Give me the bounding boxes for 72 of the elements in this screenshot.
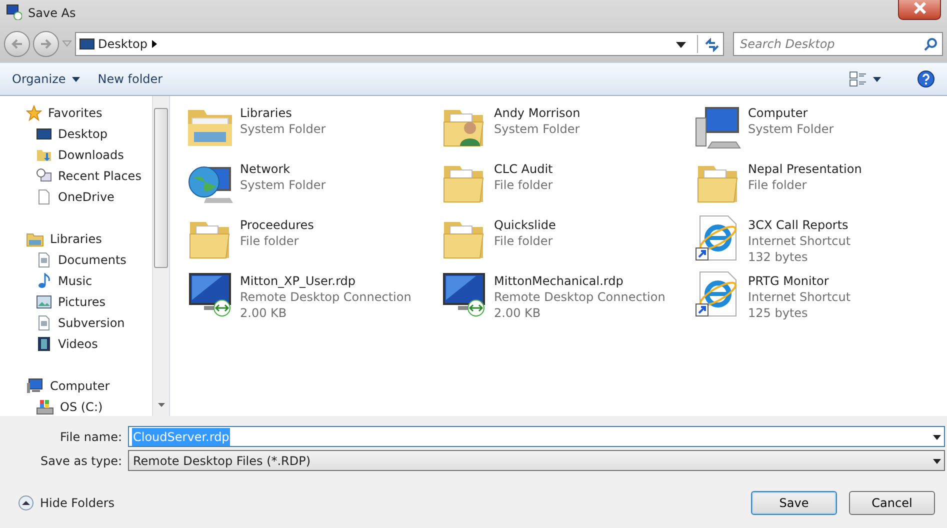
file-item[interactable]: PRTG Monitor Internet Shortcut 125 bytes (694, 270, 947, 326)
dropdown-caret-icon (676, 42, 686, 48)
computer-icon (26, 378, 44, 394)
drive-icon (36, 398, 54, 414)
film-icon (36, 336, 52, 352)
cancel-button[interactable]: Cancel (849, 491, 935, 515)
refresh-icon (704, 38, 720, 52)
file-item[interactable]: Nepal Presentation File folder (694, 158, 947, 214)
music-note-icon (36, 272, 52, 288)
sidebar-item[interactable]: OneDrive (0, 186, 152, 207)
library-icon (26, 230, 44, 246)
file-item[interactable]: CLC Audit File folder (440, 158, 694, 214)
forward-button[interactable] (33, 31, 59, 57)
scroll-down-icon (158, 402, 164, 407)
page-icon (36, 188, 52, 204)
dropdown-caret-icon (873, 76, 881, 82)
sidebar-group[interactable]: Computer (0, 375, 152, 396)
new-folder-button[interactable]: New folder (98, 70, 163, 88)
file-type-dropdown[interactable]: Remote Desktop Files (*.RDP) (128, 450, 945, 471)
back-arrow-icon (11, 38, 23, 50)
dropdown-caret-icon (933, 434, 941, 440)
window-icon (6, 4, 22, 20)
file-item[interactable]: Computer System Folder (694, 102, 947, 158)
sidebar-item[interactable]: Pictures (0, 291, 152, 312)
hide-folders-button[interactable]: Hide Folders (18, 494, 115, 512)
sidebar-item[interactable]: Videos (0, 333, 152, 354)
sidebar-item[interactable]: Music (0, 270, 152, 291)
view-options-icon (849, 71, 867, 87)
file-item[interactable]: Mitton_XP_User.rdp Remote Desktop Connection 2.00 KB (186, 270, 440, 326)
close-icon (912, 2, 926, 14)
document-icon (36, 314, 52, 330)
sidebar-item[interactable]: Documents (0, 249, 152, 270)
file-item[interactable]: Proceedures File folder (186, 214, 440, 270)
close-button[interactable] (898, 0, 941, 20)
search-icon (924, 37, 938, 51)
sidebar-group[interactable]: Libraries (0, 228, 152, 249)
collapse-up-icon (18, 495, 34, 511)
file-item[interactable]: Quickslide File folder (440, 214, 694, 270)
sidebar-group[interactable]: Favorites (0, 102, 152, 123)
sidebar-item[interactable]: Desktop (0, 123, 152, 144)
save-button[interactable]: Save (751, 491, 837, 515)
field-label: Save as type: (39, 452, 123, 470)
organize-menu[interactable]: Organize (12, 70, 80, 88)
remote-desktop-icon (186, 270, 234, 318)
sidebar-item[interactable]: OS (C:) (0, 396, 152, 417)
file-item[interactable]: Libraries System Folder (186, 102, 440, 158)
file-item[interactable]: Andy Morrison System Folder (440, 102, 694, 158)
sidebar-item[interactable]: Recent Places (0, 165, 152, 186)
file-item[interactable]: 3CX Call Reports Internet Shortcut 132 bytes (694, 214, 947, 270)
forward-arrow-icon (40, 38, 52, 50)
help-icon (917, 70, 935, 88)
document-icon (36, 252, 52, 268)
desktop-icon (79, 36, 95, 52)
field-label: File name: (59, 428, 123, 446)
chevron-icon (150, 40, 156, 48)
window-title: Save As (28, 5, 76, 22)
sidebar-item[interactable]: Subversion (0, 312, 152, 333)
remote-desktop-icon (440, 270, 488, 318)
file-item[interactable]: MittonMechanical.rdp Remote Desktop Connection 2.00 KB (440, 270, 694, 326)
back-button[interactable] (4, 31, 30, 57)
star-icon (26, 104, 42, 120)
address-bar[interactable]: Desktop (75, 32, 724, 56)
picture-icon (36, 294, 52, 310)
sidebar-item[interactable]: Downloads (0, 144, 152, 165)
monitor-icon (36, 126, 52, 142)
scrollbar[interactable] (152, 96, 169, 416)
caret-icon (62, 40, 72, 48)
file-item[interactable]: Network System Folder (186, 158, 440, 214)
dropdown-caret-icon (933, 458, 941, 464)
breadcrumb-item[interactable]: Desktop (98, 35, 148, 53)
dropdown-caret-icon (72, 76, 80, 82)
search-field[interactable]: Search Desktop (733, 32, 943, 56)
